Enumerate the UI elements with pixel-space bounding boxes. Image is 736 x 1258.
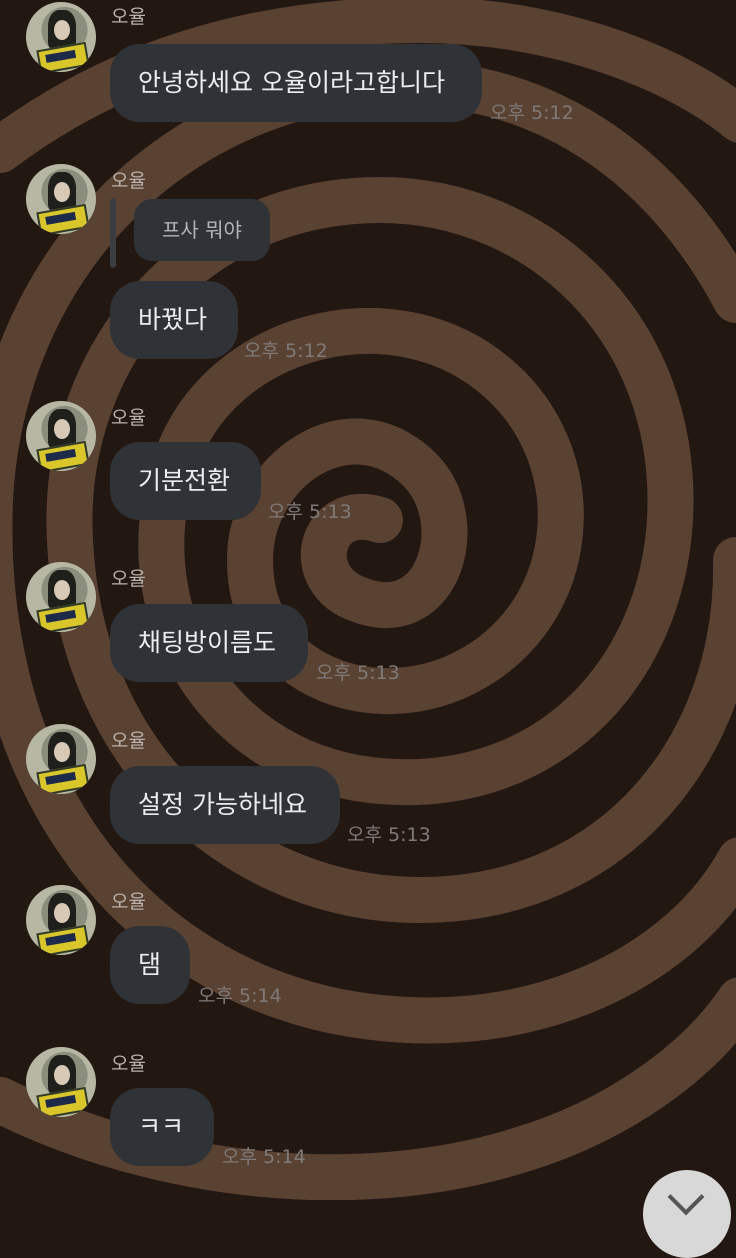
message-time: 오후 5:14 bbox=[222, 1146, 306, 1168]
chevron-down-icon bbox=[667, 1178, 705, 1216]
avatar[interactable] bbox=[26, 1047, 96, 1117]
message-bubble[interactable]: ㅋㅋ bbox=[110, 1088, 214, 1166]
message-7: 오율 ㅋㅋ 오후 5:14 bbox=[0, 0, 736, 1170]
sender-name: 오율 bbox=[111, 1053, 146, 1075]
scroll-down-button[interactable] bbox=[643, 1170, 731, 1258]
